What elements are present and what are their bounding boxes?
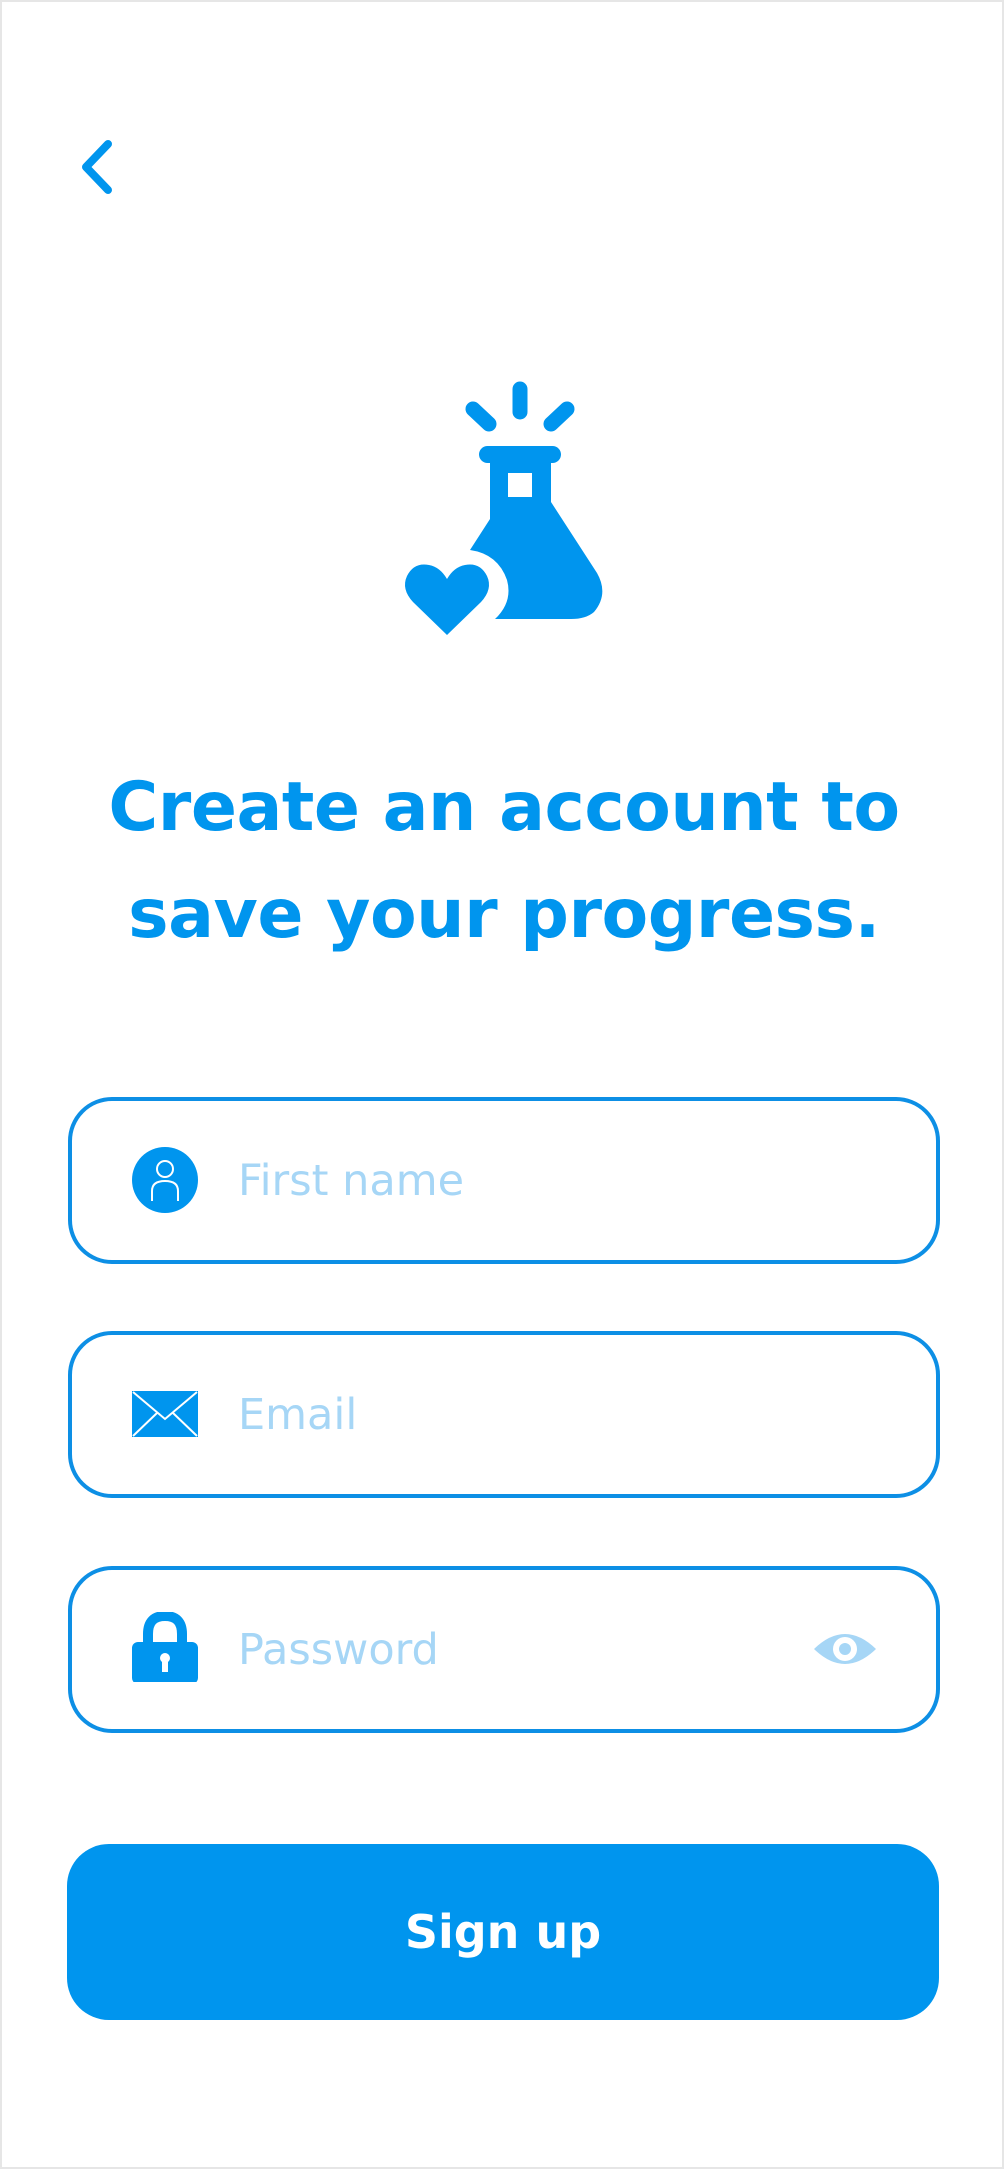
screen-frame: Create an account to save your progress.	[0, 0, 1004, 2169]
title-line-1: Create an account to	[108, 768, 900, 847]
password-field[interactable]	[68, 1566, 940, 1733]
signup-button[interactable]: Sign up	[67, 1844, 939, 2020]
back-button[interactable]	[72, 132, 122, 202]
envelope-icon	[132, 1391, 198, 1437]
email-field[interactable]	[68, 1331, 940, 1498]
lock-icon	[132, 1612, 198, 1682]
title-line-2: save your progress.	[128, 875, 880, 954]
page-title: Create an account to save your progress.	[62, 754, 946, 968]
eye-icon[interactable]	[812, 1627, 878, 1671]
password-input[interactable]	[238, 1600, 798, 1700]
email-input[interactable]	[238, 1365, 798, 1465]
user-icon	[132, 1147, 198, 1213]
chevron-left-icon	[82, 140, 112, 194]
first-name-input[interactable]	[238, 1131, 798, 1231]
flask-heart-icon	[405, 381, 603, 635]
first-name-field[interactable]	[68, 1097, 940, 1264]
